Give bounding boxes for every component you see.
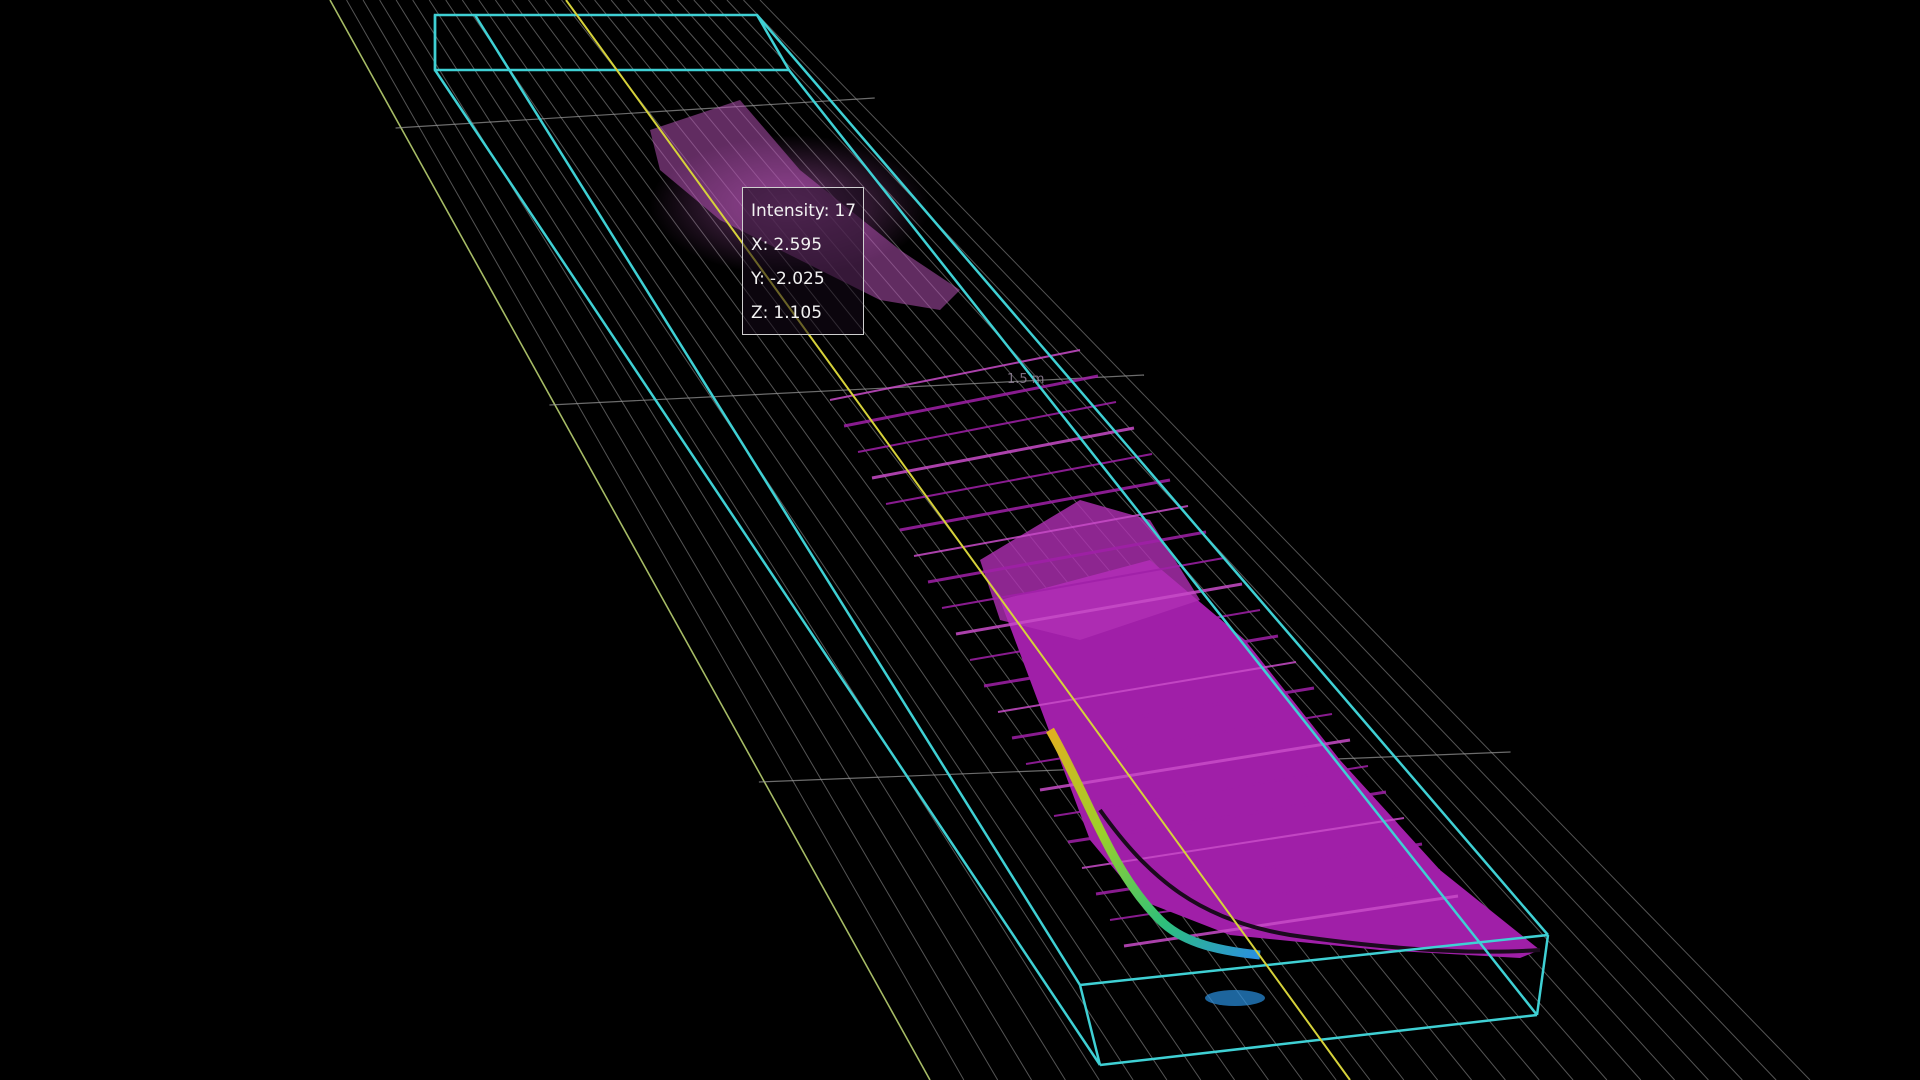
y-value: -2.025 <box>769 269 825 289</box>
grid-line-cross <box>549 374 1145 406</box>
intensity-value: 17 <box>834 201 857 221</box>
scan-line <box>871 426 1135 480</box>
x-label: X: <box>751 235 769 255</box>
center-axis <box>565 0 1351 1080</box>
point-cloud-scene[interactable] <box>0 0 1920 1080</box>
scale-label: 1.5 m <box>1007 372 1045 387</box>
z-row: Z: 1.105 <box>751 296 863 330</box>
point-cloud-viewport[interactable]: 1.5 m Intensity: 17 X: 2.595 Y: -2.025 Z… <box>0 0 1920 1080</box>
point-info-tooltip: Intensity: 17 X: 2.595 Y: -2.025 Z: 1.10… <box>742 187 864 335</box>
y-label: Y: <box>751 269 765 289</box>
x-row: X: 2.595 <box>751 228 863 262</box>
z-label: Z: <box>751 303 769 323</box>
z-value: 1.105 <box>773 303 823 323</box>
intensity-row: Intensity: 17 <box>751 194 863 228</box>
stray-points <box>1205 990 1265 1006</box>
x-value: 2.595 <box>773 235 823 255</box>
intensity-label: Intensity: <box>751 201 830 221</box>
y-row: Y: -2.025 <box>751 262 863 296</box>
grid-line-cross <box>395 97 875 129</box>
scan-line <box>857 401 1117 453</box>
